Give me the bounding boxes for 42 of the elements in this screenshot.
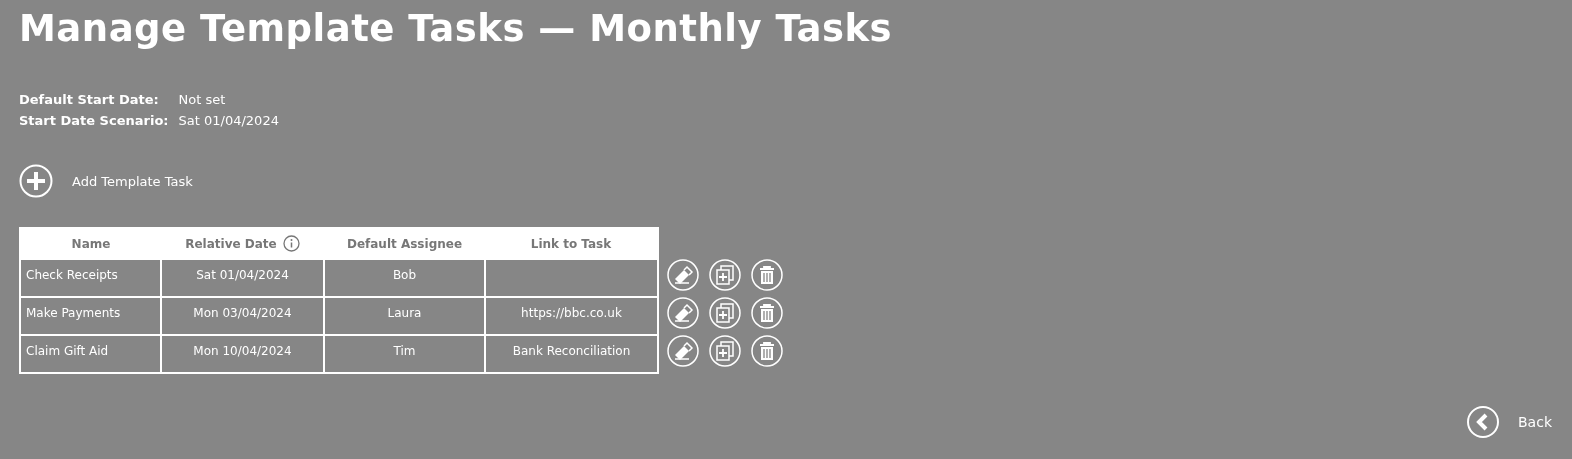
duplicate-icon [709,259,741,291]
duplicate-button[interactable] [709,297,741,329]
column-header: Name [71,236,111,251]
delete-button[interactable] [751,297,783,329]
back-button[interactable]: Back [1467,406,1552,438]
delete-icon [751,259,783,291]
table-cell: Mon 10/04/2024 [193,344,292,358]
table-cell: Sat 01/04/2024 [196,268,289,282]
table-cell: Bob [392,268,417,282]
field-label: Start Date Scenario: [19,113,169,128]
delete-button[interactable] [751,259,783,291]
table-cell: Make Payments [26,306,121,320]
table-cell: Laura [387,306,422,320]
edit-icon [667,297,699,329]
duplicate-icon [709,335,741,367]
duplicate-button[interactable] [709,259,741,291]
edit-icon [667,335,699,367]
add-icon [19,164,53,198]
delete-icon [751,297,783,329]
column-header: Default Assignee [346,236,463,251]
field-value: Not set [178,92,227,107]
column-header: Relative Date [185,236,277,251]
table-cell: Mon 03/04/2024 [193,306,292,320]
duplicate-button[interactable] [709,335,741,367]
table-cell: Tim [393,344,416,358]
back-icon [1467,406,1499,438]
add-template-task-button[interactable]: Add Template Task [19,164,193,198]
field-label: Default Start Date: [19,92,160,107]
edit-button[interactable] [667,259,699,291]
page-title: Manage Template Tasks — Monthly Tasks [19,7,893,50]
field-value: Sat 01/04/2024 [178,113,279,128]
table-cell: https://bbc.co.uk [521,306,622,320]
duplicate-icon [709,297,741,329]
edit-icon [667,259,699,291]
delete-icon [751,335,783,367]
column-header: Link to Task [530,236,612,251]
edit-button[interactable] [667,335,699,367]
table-cell: Check Receipts [26,268,118,282]
delete-button[interactable] [751,335,783,367]
edit-button[interactable] [667,297,699,329]
table-cell: Bank Reconciliation [512,344,631,358]
table-cell: Claim Gift Aid [26,344,109,358]
